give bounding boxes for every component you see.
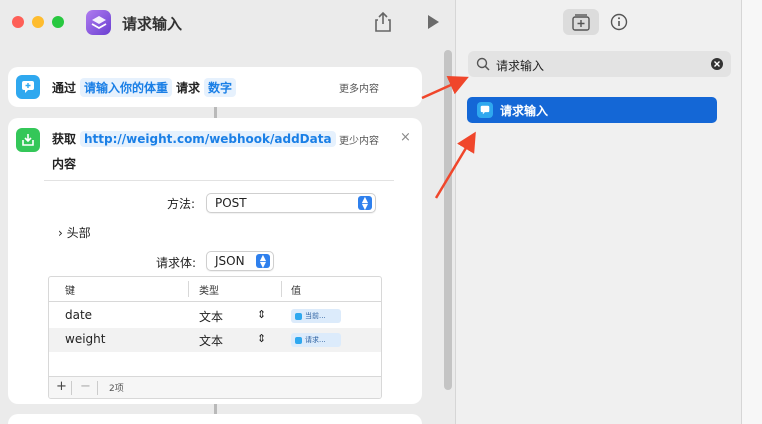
annotation-arrows: [421, 76, 476, 199]
arrow-annotation: [434, 131, 476, 199]
arrow-annotation: [421, 76, 469, 100]
